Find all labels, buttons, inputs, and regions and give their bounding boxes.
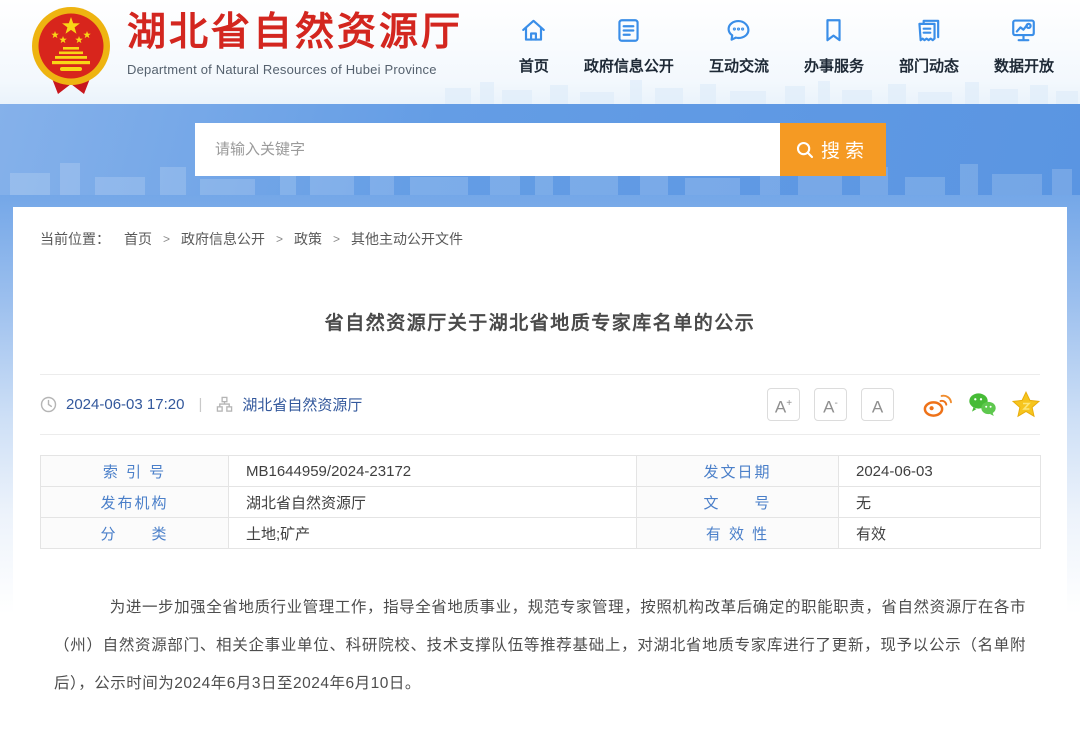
main-nav: 首页 政府信息公开 互动交流 bbox=[519, 15, 1054, 76]
table-row: 发布机构 湖北省自然资源厅 文 号 无 bbox=[41, 487, 1041, 518]
validity-value: 有效 bbox=[839, 518, 1041, 549]
meta-divider: | bbox=[198, 396, 202, 413]
breadcrumb-link-home[interactable]: 首页 bbox=[124, 229, 152, 249]
search-icon bbox=[795, 140, 815, 160]
content-card: 当前位置： 首页 > 政府信息公开 > 政策 > 其他主动公开文件 省自然资源厅… bbox=[13, 207, 1067, 747]
table-row: 分 类 土地;矿产 有 效 性 有效 bbox=[41, 518, 1041, 549]
publish-datetime: 2024-06-03 17:20 bbox=[66, 396, 184, 413]
search-button-label: 搜索 bbox=[821, 136, 869, 163]
nav-item-open-data[interactable]: 数据开放 bbox=[994, 15, 1054, 76]
search-box: 搜索 bbox=[195, 123, 886, 176]
font-btn-sup: + bbox=[786, 398, 792, 409]
site-title-block: 湖北省自然资源厅 Department of Natural Resources… bbox=[127, 12, 463, 77]
breadcrumb-label: 当前位置： bbox=[40, 229, 110, 249]
validity-label: 有 效 性 bbox=[637, 518, 839, 549]
search-button[interactable]: 搜索 bbox=[780, 123, 886, 176]
breadcrumb-link-policy[interactable]: 政策 bbox=[294, 229, 322, 249]
nav-item-interaction[interactable]: 互动交流 bbox=[709, 15, 769, 76]
nav-item-gov-info[interactable]: 政府信息公开 bbox=[584, 15, 674, 76]
site-name-english: Department of Natural Resources of Hubei… bbox=[127, 62, 463, 77]
site-name: 湖北省自然资源厅 bbox=[127, 12, 463, 55]
nav-item-services[interactable]: 办事服务 bbox=[804, 15, 864, 76]
issuing-agency-label: 发布机构 bbox=[41, 487, 229, 518]
issuing-agency-value: 湖北省自然资源厅 bbox=[229, 487, 637, 518]
nav-label: 政府信息公开 bbox=[584, 55, 674, 76]
article-meta-row: 2024-06-03 17:20 | 湖北省自然资源厅 A+ A- A bbox=[40, 374, 1040, 435]
page-background: 当前位置： 首页 > 政府信息公开 > 政策 > 其他主动公开文件 省自然资源厅… bbox=[0, 195, 1080, 688]
font-btn-label: A bbox=[775, 398, 786, 417]
services-icon bbox=[819, 15, 848, 46]
nav-item-home[interactable]: 首页 bbox=[519, 15, 549, 76]
article-title: 省自然资源厅关于湖北省地质专家库名单的公示 bbox=[40, 308, 1040, 335]
font-btn-label: A bbox=[823, 398, 834, 417]
category-value: 土地;矿产 bbox=[229, 518, 637, 549]
clock-icon bbox=[40, 396, 57, 413]
qzone-icon[interactable] bbox=[1012, 391, 1040, 418]
font-btn-label: A bbox=[872, 398, 883, 417]
nav-label: 办事服务 bbox=[804, 55, 864, 76]
breadcrumb-link-other-docs[interactable]: 其他主动公开文件 bbox=[351, 229, 463, 249]
article-body: 为进一步加强全省地质行业管理工作，指导全省地质事业，规范专家管理，按照机构改革后… bbox=[54, 589, 1026, 703]
breadcrumb-separator: > bbox=[333, 232, 340, 246]
city-skyline-decoration bbox=[440, 78, 1080, 104]
issue-date-label: 发文日期 bbox=[637, 456, 839, 487]
wechat-icon[interactable] bbox=[967, 391, 998, 418]
organization-icon bbox=[216, 396, 233, 413]
index-number-value: MB1644959/2024-23172 bbox=[229, 456, 637, 487]
document-number-label: 文 号 bbox=[637, 487, 839, 518]
article-meta-right: A+ A- A bbox=[767, 388, 1040, 421]
nav-label: 首页 bbox=[519, 55, 549, 76]
nav-item-department-news[interactable]: 部门动态 bbox=[899, 15, 959, 76]
index-number-label: 索 引 号 bbox=[41, 456, 229, 487]
home-icon bbox=[519, 15, 548, 46]
nav-label: 部门动态 bbox=[899, 55, 959, 76]
font-size-increase-button[interactable]: A+ bbox=[767, 388, 800, 421]
weibo-icon[interactable] bbox=[922, 391, 953, 418]
font-size-decrease-button[interactable]: A- bbox=[814, 388, 847, 421]
search-input[interactable] bbox=[195, 123, 780, 176]
page: 湖北省自然资源厅 Department of Natural Resources… bbox=[0, 0, 1080, 195]
document-info-table: 索 引 号 MB1644959/2024-23172 发文日期 2024-06-… bbox=[40, 455, 1041, 549]
site-header: 湖北省自然资源厅 Department of Natural Resources… bbox=[0, 0, 1080, 104]
table-row: 索 引 号 MB1644959/2024-23172 发文日期 2024-06-… bbox=[41, 456, 1041, 487]
breadcrumb: 当前位置： 首页 > 政府信息公开 > 政策 > 其他主动公开文件 bbox=[40, 207, 1040, 249]
font-btn-sup: - bbox=[835, 398, 838, 409]
font-size-reset-button[interactable]: A bbox=[861, 388, 894, 421]
news-icon bbox=[914, 15, 943, 46]
issue-date-value: 2024-06-03 bbox=[839, 456, 1041, 487]
breadcrumb-separator: > bbox=[276, 232, 283, 246]
search-band: 搜索 bbox=[0, 104, 1080, 195]
info-disclosure-icon bbox=[614, 15, 643, 46]
nav-label: 数据开放 bbox=[994, 55, 1054, 76]
article-source-link[interactable]: 湖北省自然资源厅 bbox=[242, 394, 362, 415]
breadcrumb-separator: > bbox=[163, 232, 170, 246]
breadcrumb-link-gov-info[interactable]: 政府信息公开 bbox=[181, 229, 265, 249]
category-label: 分 类 bbox=[41, 518, 229, 549]
nav-label: 互动交流 bbox=[709, 55, 769, 76]
document-number-value: 无 bbox=[839, 487, 1041, 518]
article-meta-left: 2024-06-03 17:20 | 湖北省自然资源厅 bbox=[40, 394, 362, 415]
national-emblem-logo bbox=[30, 5, 112, 98]
open-data-icon bbox=[1009, 15, 1038, 46]
chat-icon bbox=[724, 15, 753, 46]
